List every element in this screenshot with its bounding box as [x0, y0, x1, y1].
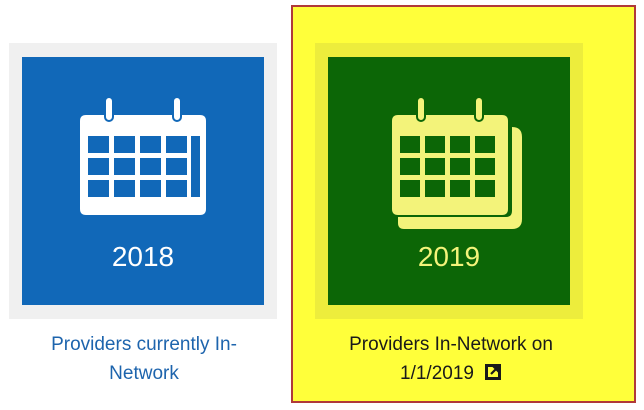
- external-link-icon[interactable]: [484, 363, 502, 381]
- caption-line[interactable]: 1/1/2019: [400, 363, 474, 384]
- caption-line[interactable]: Providers In-Network on: [306, 330, 596, 359]
- card-2019-caption[interactable]: Providers In-Network on 1/1/2019: [306, 330, 596, 388]
- caption-line[interactable]: Providers currently In-: [10, 330, 278, 359]
- caption-line[interactable]: Network: [10, 359, 278, 388]
- year-label: 2019: [417, 241, 481, 272]
- card-2018-tile[interactable]: 2018: [22, 57, 264, 305]
- year-label: 2018: [111, 241, 175, 272]
- card-2019-tile[interactable]: 2019: [328, 57, 570, 305]
- card-2018-caption[interactable]: Providers currently In- Network: [10, 330, 278, 388]
